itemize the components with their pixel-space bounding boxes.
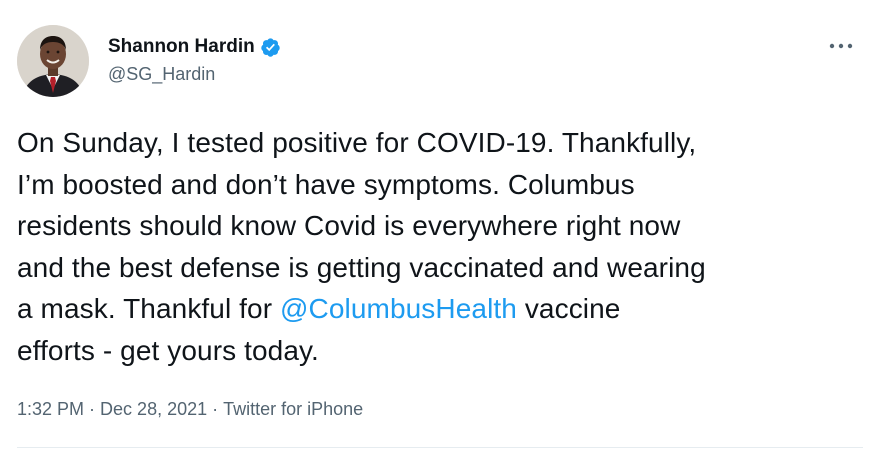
tweet-text-line: and the best defense is getting vaccinat… (17, 247, 867, 289)
author-handle[interactable]: @SG_Hardin (108, 64, 215, 85)
tweet-card: Shannon Hardin @SG_Hardin On Sunday, I t… (0, 0, 880, 453)
tweet-text-segment: vaccine (516, 293, 621, 324)
meta-separator: · (89, 399, 96, 419)
tweet-meta: 1:32 PM · Dec 28, 2021 · Twitter for iPhone (17, 399, 363, 420)
tweet-time[interactable]: 1:32 PM (17, 399, 84, 419)
verified-badge-icon (260, 37, 281, 58)
tweet-text-line: efforts - get yours today. (17, 330, 867, 372)
avatar[interactable] (17, 25, 89, 97)
mention-link[interactable]: @ColumbusHealth (280, 293, 517, 324)
meta-separator: · (212, 399, 219, 419)
tweet-text-line: a mask. Thankful for @ColumbusHealth vac… (17, 288, 867, 330)
tweet-text-segment: On Sunday, I tested positive for COVID-1… (17, 127, 697, 158)
tweet-source[interactable]: Twitter for iPhone (223, 399, 363, 419)
tweet-text-line: On Sunday, I tested positive for COVID-1… (17, 122, 867, 164)
tweet-text: On Sunday, I tested positive for COVID-1… (17, 122, 867, 371)
tweet-text-segment: and the best defense is getting vaccinat… (17, 251, 706, 283)
tweet-text-segment: a mask. Thankful for (17, 293, 281, 324)
tweet-text-line: I’m boosted and don’t have symptoms. Col… (17, 164, 867, 206)
divider (17, 447, 863, 448)
tweet-date[interactable]: Dec 28, 2021 (100, 399, 207, 419)
tweet-text-line: residents should know Covid is everywher… (17, 205, 867, 247)
more-options-icon (829, 43, 853, 49)
author-name-row: Shannon Hardin (108, 35, 281, 59)
tweet-text-segment: residents should know Covid is everywher… (17, 210, 681, 241)
more-options-button[interactable] (826, 36, 856, 56)
author-display-name[interactable]: Shannon Hardin (108, 36, 255, 58)
tweet-text-segment: efforts - get yours today. (17, 334, 319, 366)
avatar-photo (17, 25, 89, 97)
tweet-text-segment: I’m boosted and don’t have symptoms. Col… (17, 168, 635, 200)
